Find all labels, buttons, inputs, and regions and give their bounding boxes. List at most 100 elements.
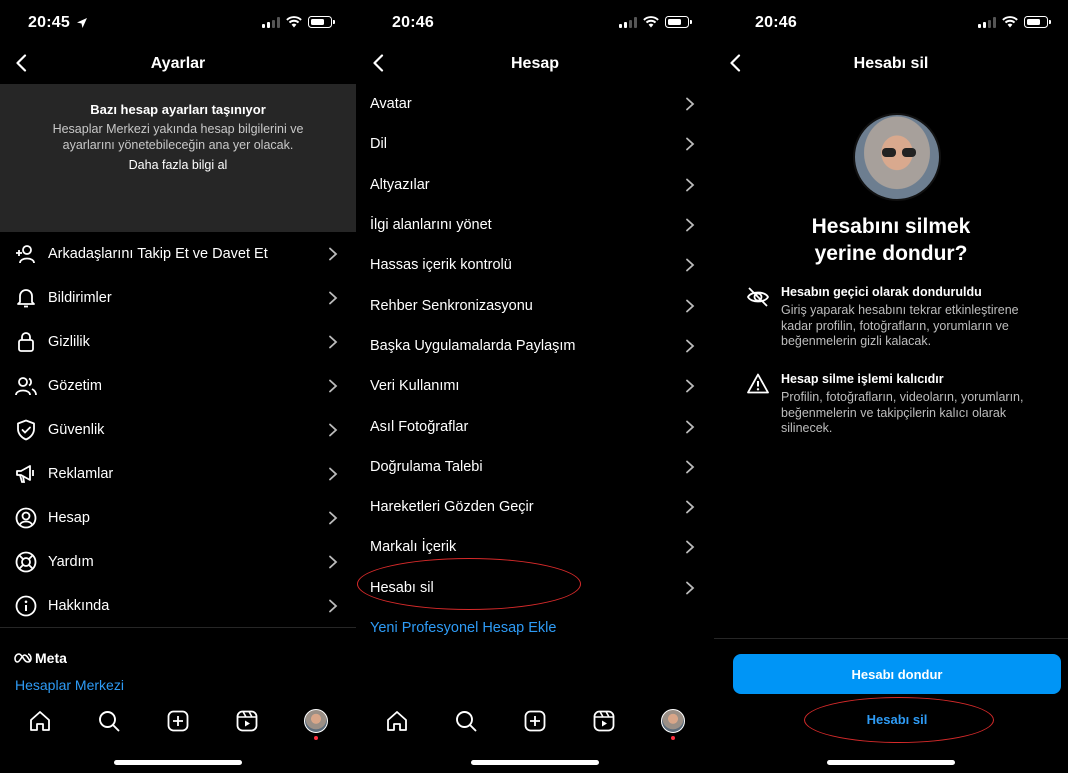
shield-icon bbox=[14, 418, 38, 442]
create-icon bbox=[167, 710, 189, 732]
chevron-right-icon bbox=[686, 218, 695, 232]
warning-icon bbox=[747, 373, 769, 394]
banner-text: Hesaplar Merkezi yakında hesap bilgileri… bbox=[52, 122, 304, 152]
settings-item-label: Reklamlar bbox=[48, 466, 114, 482]
info-title: Hesap silme işlemi kalıcıdır bbox=[781, 372, 944, 386]
chevron-right-icon bbox=[686, 581, 695, 595]
account-item[interactable]: Asıl Fotoğraflar bbox=[357, 406, 713, 446]
settings-item-privacy[interactable]: Gizlilik bbox=[0, 320, 356, 364]
account-screen: 20:46 Hesap Avatar Dil Altyazılar İlgi alan… bbox=[357, 0, 713, 773]
tab-bar bbox=[357, 703, 713, 740]
home-icon bbox=[387, 711, 408, 731]
settings-item-security[interactable]: Güvenlik bbox=[0, 408, 356, 452]
account-item[interactable]: Dil bbox=[357, 124, 713, 164]
account-item-label: Başka Uygulamalarda Paylaşım bbox=[370, 337, 576, 354]
account-item-label: Hareketleri Gözden Geçir bbox=[370, 499, 534, 516]
account-item-label: Hesabı sil bbox=[370, 579, 434, 596]
chevron-right-icon bbox=[329, 247, 338, 261]
tab-search[interactable] bbox=[95, 707, 123, 735]
headline: Hesabını silmek yerine dondur? bbox=[714, 213, 1068, 267]
tab-home[interactable] bbox=[383, 707, 411, 735]
home-indicator[interactable] bbox=[114, 760, 242, 765]
tab-profile[interactable] bbox=[659, 707, 687, 740]
chevron-right-icon bbox=[686, 460, 695, 474]
settings-item-account[interactable]: Hesap bbox=[0, 496, 356, 540]
info-block-deactivate: Hesabın geçici olarak donduruldu Giriş y… bbox=[746, 285, 1048, 350]
home-indicator[interactable] bbox=[827, 760, 955, 765]
account-icon bbox=[14, 506, 38, 530]
delete-account-button[interactable]: Hesabı sil bbox=[817, 708, 977, 730]
status-bar: 20:45 bbox=[0, 0, 356, 46]
settings-item-label: Yardım bbox=[48, 554, 94, 570]
settings-screen: 20:45 Ayarlar Bazı hesap ayarları taşını… bbox=[0, 0, 356, 773]
wifi-icon bbox=[1002, 16, 1018, 28]
wifi-icon bbox=[643, 16, 659, 28]
learn-more-link[interactable]: Daha fazla bilgi al bbox=[0, 158, 356, 172]
tab-profile[interactable] bbox=[302, 707, 330, 740]
chevron-right-icon bbox=[329, 335, 338, 349]
chevron-right-icon bbox=[329, 379, 338, 393]
status-bar: 20:46 bbox=[714, 0, 1068, 46]
account-item[interactable]: Hassas içerik kontrolü bbox=[357, 245, 713, 285]
settings-item-help[interactable]: Yardım bbox=[0, 540, 356, 584]
bell-icon bbox=[14, 286, 38, 310]
wifi-icon bbox=[286, 16, 302, 28]
profile-avatar bbox=[660, 709, 685, 733]
reels-icon bbox=[593, 710, 615, 732]
status-time: 20:46 bbox=[755, 14, 797, 31]
account-item-label: Avatar bbox=[370, 96, 412, 113]
account-item[interactable]: İlgi alanlarını yönet bbox=[357, 205, 713, 245]
chevron-right-icon bbox=[686, 97, 695, 111]
status-icons bbox=[262, 16, 335, 28]
chevron-right-icon bbox=[686, 541, 695, 554]
settings-item-label: Bildirimler bbox=[48, 290, 112, 306]
settings-item-follow-invite[interactable]: Arkadaşlarını Takip Et ve Davet Et bbox=[0, 232, 356, 276]
settings-item-ads[interactable]: Reklamlar bbox=[0, 452, 356, 496]
account-item[interactable]: Rehber Senkronizasyonu bbox=[357, 285, 713, 325]
add-professional-account-link[interactable]: Yeni Profesyonel Hesap Ekle bbox=[370, 620, 556, 636]
divider bbox=[0, 627, 356, 628]
settings-item-label: Hakkında bbox=[48, 598, 110, 614]
accounts-center-link[interactable]: Hesaplar Merkezi bbox=[15, 677, 124, 693]
account-item-label: İlgi alanlarını yönet bbox=[370, 217, 492, 234]
account-item[interactable]: Başka Uygulamalarda Paylaşım bbox=[357, 326, 713, 366]
notification-dot bbox=[670, 736, 675, 740]
account-item-label: Altyazılar bbox=[370, 176, 430, 193]
settings-header: Ayarlar bbox=[0, 46, 356, 82]
chevron-right-icon bbox=[329, 511, 338, 525]
account-item[interactable]: Markalı İçerik bbox=[357, 527, 713, 567]
account-item-label: Dil bbox=[370, 136, 387, 153]
tab-search[interactable] bbox=[452, 707, 480, 735]
tab-reels[interactable] bbox=[590, 707, 618, 735]
location-arrow-icon bbox=[77, 18, 87, 28]
tab-create[interactable] bbox=[521, 707, 549, 735]
cellular-signal-icon bbox=[262, 16, 280, 28]
settings-item-notifications[interactable]: Bildirimler bbox=[0, 276, 356, 320]
account-item[interactable]: Altyazılar bbox=[357, 165, 713, 205]
page-title: Hesap bbox=[510, 55, 560, 72]
account-item[interactable]: Hareketleri Gözden Geçir bbox=[357, 487, 713, 527]
account-item[interactable]: Hesabı sil bbox=[357, 568, 713, 608]
sunglasses bbox=[882, 148, 916, 157]
settings-item-label: Gözetim bbox=[48, 378, 102, 394]
tab-create[interactable] bbox=[164, 707, 192, 735]
account-item[interactable]: Doğrulama Talebi bbox=[357, 447, 713, 487]
battery-icon bbox=[665, 16, 692, 28]
home-indicator[interactable] bbox=[471, 760, 599, 765]
account-item-label: Doğrulama Talebi bbox=[370, 458, 483, 475]
info-block-permanent: Hesap silme işlemi kalıcıdır Profilin, f… bbox=[746, 372, 1048, 437]
settings-item-supervision[interactable]: Gözetim bbox=[0, 364, 356, 408]
info-title: Hesabın geçici olarak donduruldu bbox=[781, 285, 982, 299]
delete-account-header: Hesabı sil bbox=[714, 46, 1068, 82]
account-item-label: Markalı İçerik bbox=[370, 539, 457, 556]
settings-item-about[interactable]: Hakkında bbox=[0, 584, 356, 628]
tab-home[interactable] bbox=[26, 707, 54, 735]
deactivate-account-button[interactable]: Hesabı dondur bbox=[733, 654, 1061, 694]
lifebuoy-icon bbox=[14, 550, 38, 574]
status-icons bbox=[619, 16, 692, 28]
status-time: 20:45 bbox=[28, 14, 70, 31]
account-item[interactable]: Avatar bbox=[357, 84, 713, 124]
chevron-right-icon bbox=[686, 258, 695, 272]
account-item[interactable]: Veri Kullanımı bbox=[357, 366, 713, 406]
tab-reels[interactable] bbox=[233, 707, 261, 735]
